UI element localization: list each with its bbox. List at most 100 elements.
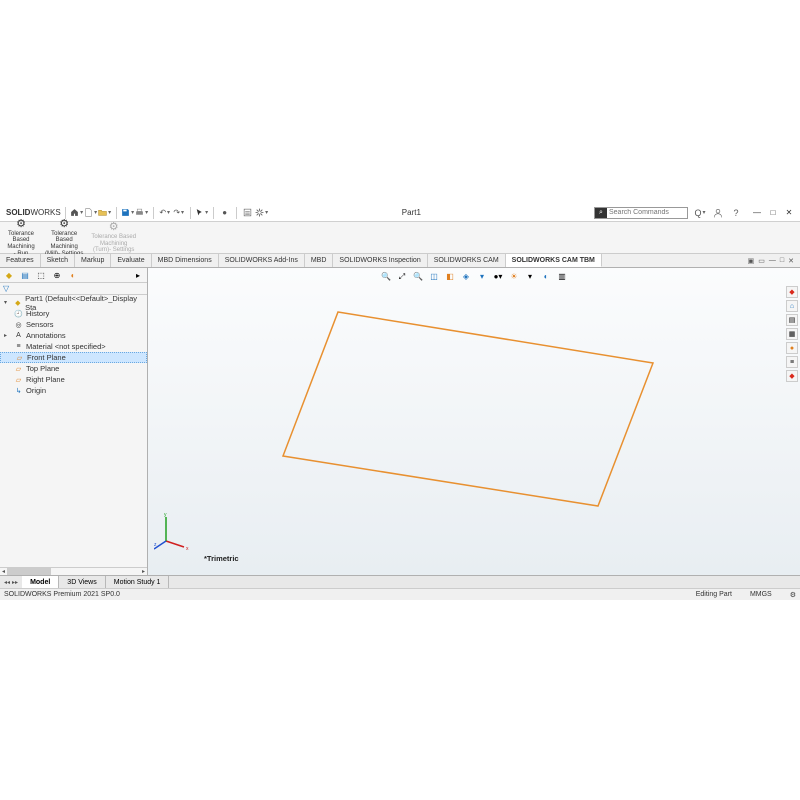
front-plane-outline[interactable] bbox=[278, 310, 658, 510]
history-icon: 🕘 bbox=[14, 309, 23, 318]
display-tab-icon[interactable]: ◐ bbox=[67, 269, 79, 281]
status-gear-icon[interactable]: ⚙ bbox=[790, 591, 796, 599]
render-icon[interactable]: ◐ bbox=[540, 270, 553, 283]
status-version: SOLIDWORKS Premium 2021 SP0.0 bbox=[4, 591, 120, 598]
rebuild-icon[interactable]: ● bbox=[218, 206, 232, 220]
tab-3d-views[interactable]: 3D Views bbox=[59, 576, 105, 588]
options-list-icon[interactable] bbox=[241, 206, 255, 220]
tree-item-right-plane[interactable]: ▱ Right Plane bbox=[0, 374, 147, 385]
tbm-run-button[interactable]: ⚙ Tolerance Based Machining - Run bbox=[2, 223, 40, 252]
panel-scrollbar[interactable]: ◂▸ bbox=[0, 567, 147, 575]
plane-icon: ▱ bbox=[14, 375, 23, 384]
status-units[interactable]: MMGS bbox=[750, 591, 772, 598]
bottom-tabs: ◂◂ ▸▸ Model 3D Views Motion Study 1 bbox=[0, 575, 800, 588]
property-tab-icon[interactable]: ▤ bbox=[19, 269, 31, 281]
user-icon[interactable] bbox=[712, 207, 724, 219]
home-icon[interactable]: ▾ bbox=[70, 206, 84, 220]
file-explorer-tab-icon[interactable]: ▤ bbox=[786, 314, 798, 326]
brand-text: SOLIDWORKS bbox=[6, 208, 61, 217]
overflow-icon[interactable]: ▸ bbox=[132, 269, 144, 281]
custom-props-tab-icon[interactable]: ≡ bbox=[786, 356, 798, 368]
new-doc-icon[interactable]: ▾ bbox=[84, 206, 98, 220]
tree-label: Front Plane bbox=[27, 353, 66, 362]
tab-mbd-dimensions[interactable]: MBD Dimensions bbox=[152, 254, 219, 267]
tab-motion-study[interactable]: Motion Study 1 bbox=[106, 576, 170, 588]
close-button[interactable]: ✕ bbox=[782, 208, 796, 218]
tree-item-annotations[interactable]: ▸ A Annotations bbox=[0, 330, 147, 341]
tab-evaluate[interactable]: Evaluate bbox=[111, 254, 151, 267]
display-style-icon[interactable]: ◈ bbox=[460, 270, 473, 283]
sensor-icon: ◎ bbox=[14, 320, 23, 329]
tab-cam-tbm[interactable]: SOLIDWORKS CAM TBM bbox=[506, 254, 602, 267]
view-triad[interactable]: x y z bbox=[154, 511, 194, 551]
tree-item-origin[interactable]: ↳ Origin bbox=[0, 385, 147, 396]
origin-icon: ↳ bbox=[14, 386, 23, 395]
resources-tab-icon[interactable]: ◆ bbox=[786, 286, 798, 298]
tab-addins[interactable]: SOLIDWORKS Add-Ins bbox=[219, 254, 305, 267]
tab-markup[interactable]: Markup bbox=[75, 254, 111, 267]
main-area: ◆ ▤ ⬚ ⊕ ◐ ▸ ▽ ▾ ◆ Part1 (Default<<Defaul… bbox=[0, 268, 800, 575]
doc-maximize-button[interactable]: □ bbox=[780, 257, 784, 264]
titlebar: SOLIDWORKS ▾ ▾ ▾ ▾ ▾ ↶▾ ↷▾ ▾ ● ▾ Part1 ⌕… bbox=[0, 204, 800, 222]
tab-inspection[interactable]: SOLIDWORKS Inspection bbox=[333, 254, 427, 267]
tab-sketch[interactable]: Sketch bbox=[41, 254, 75, 267]
previous-view-icon[interactable]: 🔍 bbox=[412, 270, 425, 283]
config-tab-icon[interactable]: ⬚ bbox=[35, 269, 47, 281]
tree-label: Annotations bbox=[26, 331, 66, 340]
print-icon[interactable]: ▾ bbox=[135, 206, 149, 220]
minimize-button[interactable]: — bbox=[750, 208, 764, 218]
tbm-mill-settings-button[interactable]: ⚙ Tolerance Based Machining (Mill)- Sett… bbox=[42, 223, 86, 252]
forum-tab-icon[interactable]: ◆ bbox=[786, 370, 798, 382]
options-gear-icon[interactable]: ▾ bbox=[255, 206, 269, 220]
search-icon[interactable]: ⌕ bbox=[595, 208, 607, 218]
undo-icon[interactable]: ↶▾ bbox=[158, 206, 172, 220]
doc-minimize-button[interactable]: — bbox=[769, 257, 776, 264]
search-input[interactable] bbox=[607, 209, 687, 216]
filter-funnel-icon[interactable]: ▽ bbox=[3, 284, 9, 293]
redo-icon[interactable]: ↷▾ bbox=[172, 206, 186, 220]
tab-scroll-right-icon[interactable]: ▸▸ bbox=[12, 579, 18, 586]
filter-row: ▽ bbox=[0, 283, 147, 295]
design-library-tab-icon[interactable]: ⌂ bbox=[786, 300, 798, 312]
tab-model[interactable]: Model bbox=[22, 576, 59, 588]
view-orientation-icon[interactable]: ◧ bbox=[444, 270, 457, 283]
view-settings-icon[interactable]: ▾ bbox=[524, 270, 537, 283]
view-palette-tab-icon[interactable]: ▦ bbox=[786, 328, 798, 340]
dimxpert-tab-icon[interactable]: ⊕ bbox=[51, 269, 63, 281]
tree-item-front-plane[interactable]: ▱ Front Plane bbox=[0, 352, 147, 363]
command-search[interactable]: ⌕ bbox=[594, 207, 688, 219]
select-icon[interactable]: ▾ bbox=[195, 206, 209, 220]
open-icon[interactable]: ▾ bbox=[98, 206, 112, 220]
tab-cam[interactable]: SOLIDWORKS CAM bbox=[428, 254, 506, 267]
zoom-area-icon[interactable]: ⤢ bbox=[396, 270, 409, 283]
appearances-tab-icon[interactable]: ● bbox=[786, 342, 798, 354]
ribbon: ⚙ Tolerance Based Machining - Run ⚙ Tole… bbox=[0, 222, 800, 254]
save-icon[interactable]: ▾ bbox=[121, 206, 135, 220]
zoom-fit-icon[interactable]: 🔍 bbox=[380, 270, 393, 283]
doc-tile-icon[interactable]: ▭ bbox=[758, 257, 765, 265]
feature-tree: ▾ ◆ Part1 (Default<<Default>_Display Sta… bbox=[0, 295, 147, 567]
tree-root[interactable]: ▾ ◆ Part1 (Default<<Default>_Display Sta bbox=[0, 297, 147, 308]
feature-tree-tab-icon[interactable]: ◆ bbox=[3, 269, 15, 281]
status-bar: SOLIDWORKS Premium 2021 SP0.0 Editing Pa… bbox=[0, 588, 800, 600]
tree-item-sensors[interactable]: ◎ Sensors bbox=[0, 319, 147, 330]
tree-label: Right Plane bbox=[26, 375, 65, 384]
section-view-icon[interactable]: ◫ bbox=[428, 270, 441, 283]
tbm-turn-settings-button: ⚙ Tolerance Based Machining (Turn)- Sett… bbox=[88, 223, 139, 252]
tab-features[interactable]: Features bbox=[0, 254, 41, 267]
tree-item-material[interactable]: ≡ Material <not specified> bbox=[0, 341, 147, 352]
tree-item-top-plane[interactable]: ▱ Top Plane bbox=[0, 363, 147, 374]
tab-scroll-left-icon[interactable]: ◂◂ bbox=[4, 579, 10, 586]
hide-show-icon[interactable]: ▾ bbox=[476, 270, 489, 283]
gear-icon: ⚙ bbox=[16, 218, 26, 230]
tab-mbd[interactable]: MBD bbox=[305, 254, 334, 267]
help-icon[interactable]: ? bbox=[730, 207, 742, 219]
camera-icon[interactable]: ▥ bbox=[556, 270, 569, 283]
3d-viewport[interactable]: 🔍 ⤢ 🔍 ◫ ◧ ◈ ▾ ●▾ ☀ ▾ ◐ ▥ ◆ ⌂ ▤ ▦ ● ≡ bbox=[148, 268, 800, 575]
search-glass-icon[interactable]: Q▾ bbox=[694, 207, 706, 219]
doc-close-button[interactable]: ✕ bbox=[788, 257, 794, 265]
appearance-icon[interactable]: ●▾ bbox=[492, 270, 505, 283]
doc-layout-icon[interactable]: ▣ bbox=[748, 257, 755, 265]
maximize-button[interactable]: □ bbox=[766, 208, 780, 218]
scene-icon[interactable]: ☀ bbox=[508, 270, 521, 283]
